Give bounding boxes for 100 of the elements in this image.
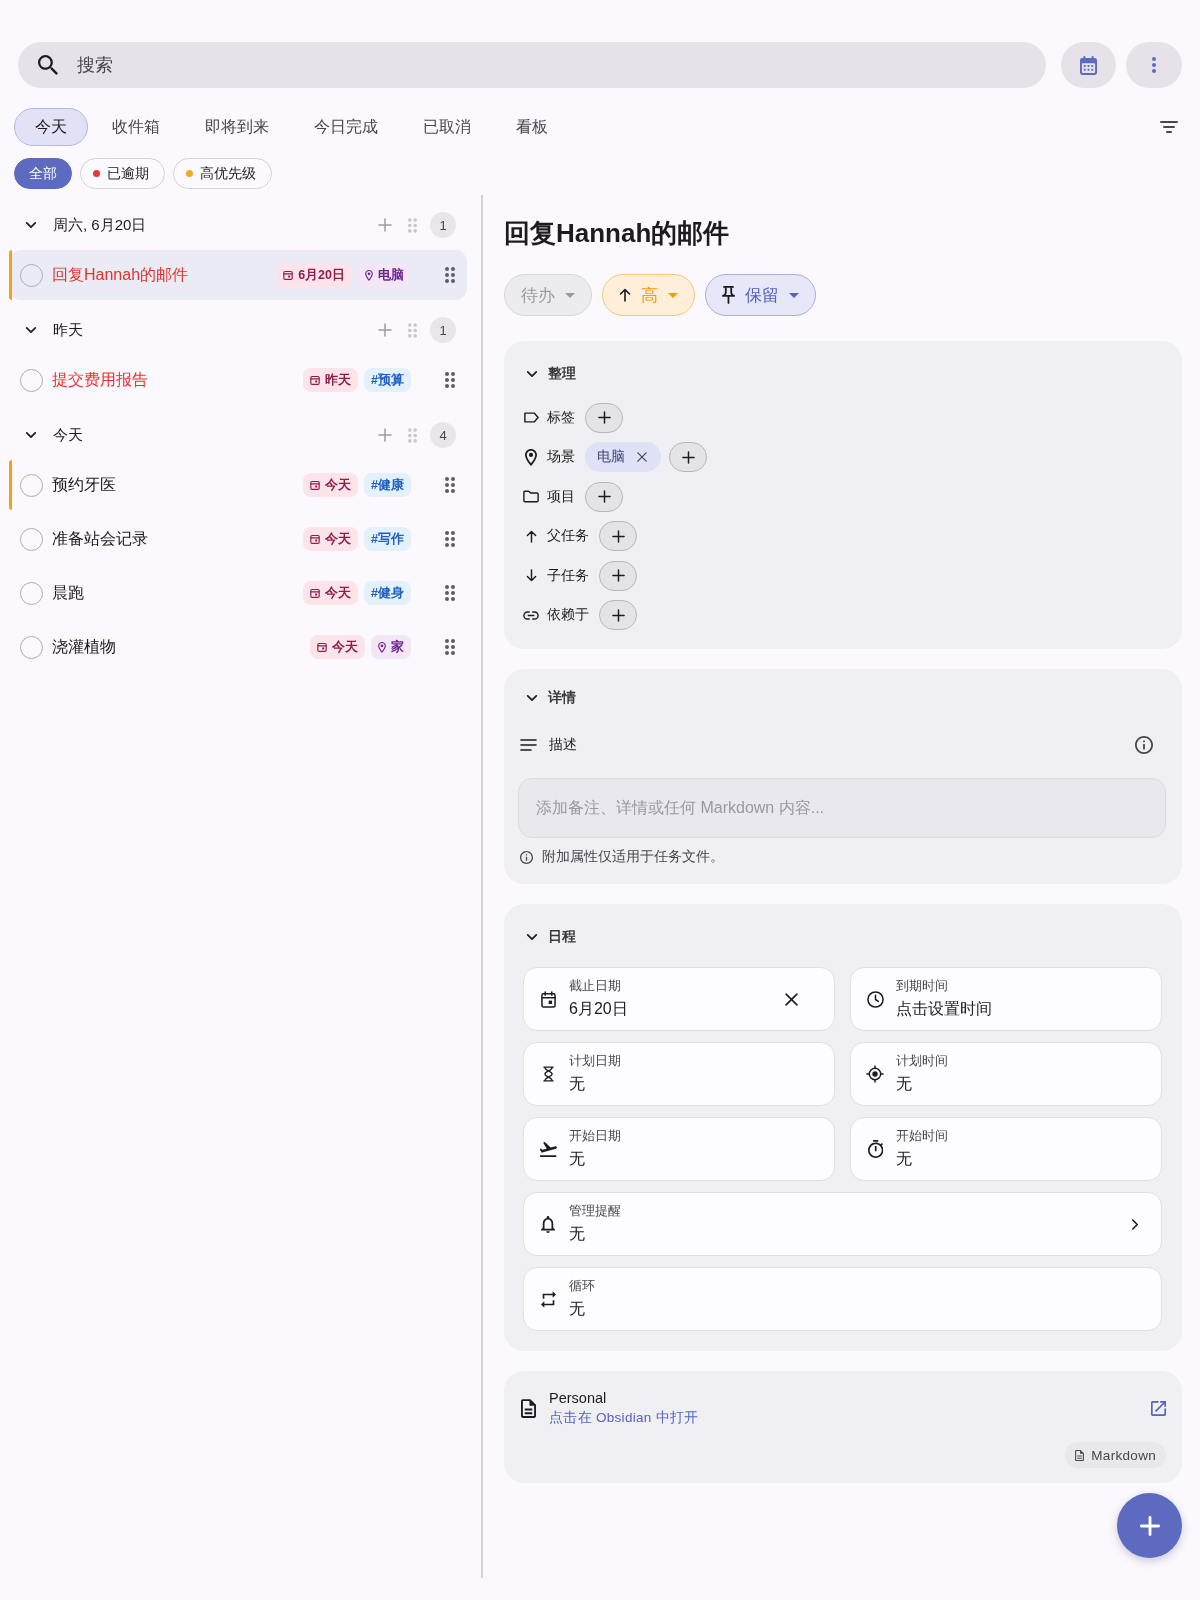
calendar-icon	[540, 990, 556, 1008]
notes-icon	[520, 739, 537, 751]
count-badge: 1	[430, 212, 456, 238]
property-label: 项目	[547, 487, 575, 506]
schedule-field[interactable]: 计划时间 无	[850, 1042, 1162, 1106]
drag-handle-icon[interactable]	[445, 372, 455, 388]
add-button[interactable]	[669, 442, 707, 473]
tag-label: #健身	[371, 584, 404, 602]
task-title: 提交费用报告	[52, 369, 149, 390]
filter-chip[interactable]: 高优先级	[173, 158, 272, 189]
caret-icon	[668, 292, 678, 298]
drag-handle-icon[interactable]	[408, 217, 417, 233]
task-heading: 回复Hannah的邮件	[504, 217, 731, 250]
airplane-takeoff-icon	[539, 1141, 557, 1157]
count-badge: 1	[430, 317, 456, 343]
task-row[interactable]: 浇灌植物 今天 家	[9, 622, 467, 672]
external-link-icon[interactable]	[1151, 1400, 1166, 1416]
property-label: 依赖于	[547, 606, 589, 625]
section-title: 日程	[548, 928, 576, 946]
drag-handle-icon[interactable]	[445, 531, 455, 547]
schedule-field[interactable]: 截止日期 6月20日	[523, 967, 835, 1031]
task-title: 浇灌植物	[52, 636, 117, 657]
plus-icon	[611, 569, 625, 583]
tab[interactable]: 即将到来	[184, 108, 290, 146]
folder-icon	[523, 490, 539, 504]
tag-label: #写作	[371, 530, 404, 548]
chevron-down-icon[interactable]	[25, 326, 37, 334]
task-row[interactable]: 预约牙医 今天 #健康	[9, 460, 467, 510]
link-icon	[523, 610, 539, 620]
search-field[interactable]: 搜索	[18, 42, 1046, 88]
schedule-field[interactable]: 循环 无	[523, 1267, 1162, 1331]
tab[interactable]: 收件箱	[91, 108, 181, 146]
calendar-icon	[310, 375, 321, 385]
chevron-down-icon[interactable]	[25, 221, 37, 229]
description-label: 描述	[549, 736, 577, 754]
filter-chip[interactable]: 已逾期	[80, 158, 165, 189]
schedule-field[interactable]: 开始日期 无	[523, 1117, 835, 1181]
date-label: 今天	[325, 584, 352, 602]
close-icon[interactable]	[785, 992, 798, 1006]
calendar-icon	[310, 480, 321, 490]
calendar-button[interactable]	[1061, 42, 1116, 88]
drag-handle-icon[interactable]	[445, 639, 455, 655]
add-button[interactable]	[585, 402, 623, 433]
task-row[interactable]: 回复Hannah的邮件 6月20日 电脑	[9, 250, 467, 300]
arrow-up-icon	[525, 529, 537, 543]
repeat-icon	[540, 1290, 556, 1308]
tab[interactable]: 今日完成	[293, 108, 399, 146]
count-badge: 4	[430, 422, 456, 448]
chevron-down-icon[interactable]	[526, 694, 538, 702]
chevron-down-icon[interactable]	[526, 370, 538, 378]
drag-handle-icon[interactable]	[445, 477, 455, 493]
schedule-field[interactable]: 开始时间 无	[850, 1117, 1162, 1181]
field-label: 开始时间	[896, 1128, 949, 1144]
caret-icon	[789, 292, 799, 298]
schedule-field[interactable]: 管理提醒 无	[523, 1192, 1162, 1256]
tag-label: #预算	[371, 371, 404, 389]
property-label: 子任务	[547, 566, 589, 585]
search-input[interactable]: 搜索	[77, 54, 1026, 76]
chevron-down-icon[interactable]	[25, 431, 37, 439]
plus-icon	[681, 450, 695, 464]
add-button[interactable]	[599, 600, 637, 631]
filter-chip[interactable]: 全部	[14, 158, 72, 189]
drag-handle-icon[interactable]	[445, 267, 455, 283]
drag-handle-icon[interactable]	[445, 585, 455, 601]
add-button[interactable]	[599, 560, 637, 591]
bell-icon	[541, 1215, 555, 1233]
field-value: 6月20日	[569, 999, 629, 1019]
add-button[interactable]	[585, 481, 623, 512]
arrow-down-icon	[525, 569, 537, 583]
open-link[interactable]: 点击在 Obsidian 中打开	[549, 1408, 699, 1427]
task-row[interactable]: 提交费用报告 昨天 #预算	[9, 355, 467, 405]
date-label: 今天	[325, 530, 352, 548]
tab[interactable]: 看板	[495, 108, 569, 146]
field-value: 无	[896, 1074, 913, 1094]
filter-icon[interactable]	[1160, 121, 1178, 133]
document-icon	[521, 1398, 536, 1418]
task-row[interactable]: 晨跑 今天 #健身	[9, 568, 467, 618]
tab[interactable]: 已取消	[402, 108, 492, 146]
field-value: 无	[569, 1074, 586, 1094]
task-title: 晨跑	[52, 582, 85, 603]
info-icon[interactable]	[1135, 736, 1153, 754]
chevron-down-icon[interactable]	[526, 933, 538, 941]
context-chip[interactable]: 电脑	[585, 442, 661, 473]
close-icon[interactable]	[637, 452, 647, 463]
pin-dropdown[interactable]: 保留	[705, 274, 816, 316]
chevron-right-icon[interactable]	[1131, 1217, 1139, 1231]
location-pin-icon	[525, 448, 537, 466]
format-label: Markdown	[1091, 1447, 1156, 1463]
context-label: 家	[391, 638, 404, 656]
drag-handle-icon[interactable]	[408, 322, 417, 338]
add-task-button[interactable]	[1117, 1493, 1182, 1558]
tab[interactable]: 今天	[14, 108, 88, 146]
plus-icon	[1139, 1515, 1160, 1536]
drag-handle-icon[interactable]	[408, 427, 417, 443]
field-label: 到期时间	[896, 978, 949, 994]
description-field[interactable]: 添加备注、详情或任何 Markdown 内容...	[518, 778, 1166, 838]
task-row[interactable]: 准备站会记录 今天 #写作	[9, 514, 467, 564]
schedule-field[interactable]: 计划日期 无	[523, 1042, 835, 1106]
add-button[interactable]	[599, 521, 637, 552]
schedule-field[interactable]: 到期时间 点击设置时间	[850, 967, 1162, 1031]
